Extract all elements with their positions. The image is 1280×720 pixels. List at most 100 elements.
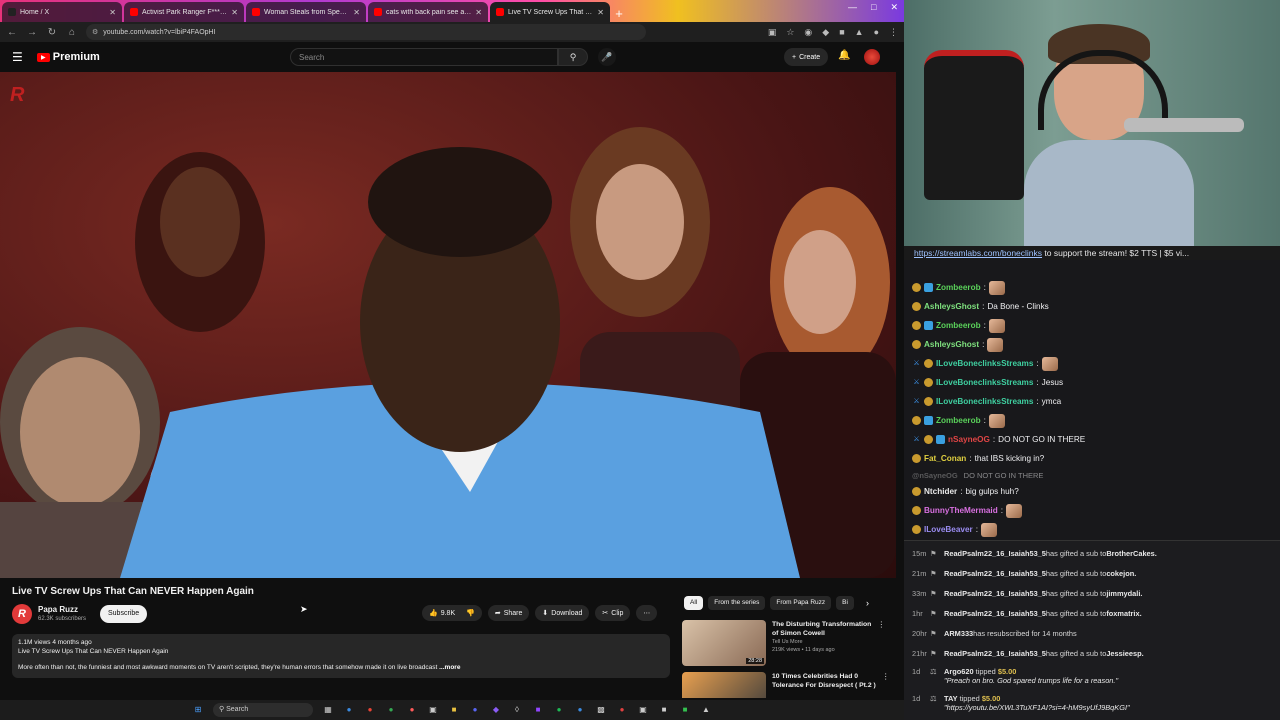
recommendation-item[interactable]: 28:28 The Disturbing Transformation of S…	[682, 620, 892, 666]
extension-icon[interactable]: ◉	[804, 27, 812, 38]
browser-tab[interactable]: Home / X ✕	[2, 2, 122, 22]
chrome-icon[interactable]: ●	[364, 704, 376, 716]
chat-username[interactable]: ILoveBoneclinksStreams	[936, 359, 1033, 368]
minimize-icon[interactable]: —	[848, 2, 857, 13]
tab-close-icon[interactable]: ✕	[109, 8, 116, 17]
app-icon[interactable]: ■	[679, 704, 691, 716]
kebab-menu-icon[interactable]: ⋮	[877, 620, 885, 666]
chevron-right-icon[interactable]: ›	[866, 598, 869, 608]
event-user[interactable]: ReadPsalm22_16_Isaiah53_5	[944, 649, 1046, 658]
chat-username[interactable]: Ntchider	[924, 487, 957, 496]
ticker-link[interactable]: https://streamlabs.com/boneclinks	[914, 248, 1042, 258]
app-icon[interactable]: ▩	[595, 704, 607, 716]
chat-username[interactable]: ILoveBeaver	[924, 525, 973, 534]
chat-username[interactable]: Zombeerob	[936, 283, 981, 292]
kebab-menu-icon[interactable]: ⋮	[882, 672, 890, 698]
clip-button[interactable]: ✂ Clip	[595, 605, 631, 621]
hamburger-menu-icon[interactable]: ☰	[12, 50, 23, 64]
browser-tab[interactable]: Woman Steals from Special Ne✕	[246, 2, 366, 22]
chip-all[interactable]: All	[684, 596, 704, 610]
maximize-icon[interactable]: □	[871, 2, 876, 13]
create-button[interactable]: + Create	[784, 48, 829, 66]
back-icon[interactable]: ←	[6, 27, 18, 38]
subscribe-button[interactable]: Subscribe	[100, 605, 148, 623]
download-button[interactable]: ⬇ Download	[535, 605, 590, 621]
chat-username[interactable]: AshleysGhost	[924, 340, 979, 349]
edge-icon[interactable]: ●	[343, 704, 355, 716]
search-input[interactable]: Search	[290, 48, 558, 66]
chip-from-series[interactable]: From the series	[708, 596, 766, 610]
tab-close-icon[interactable]: ✕	[353, 8, 360, 17]
file-explorer-icon[interactable]: ■	[448, 704, 460, 716]
url-field[interactable]: ⚙ youtube.com/watch?v=lbiP4FAOpHI	[86, 24, 646, 40]
cast-icon[interactable]: ▣	[768, 27, 777, 38]
tip-user[interactable]: TAY	[944, 694, 958, 703]
event-user[interactable]: ReadPsalm22_16_Isaiah53_5	[944, 569, 1046, 578]
tip-user[interactable]: Argo620	[944, 667, 974, 676]
event-target[interactable]: cokejon.	[1106, 569, 1136, 578]
event-target[interactable]: jimmydali.	[1106, 589, 1142, 598]
chat-username[interactable]: ILoveBoneclinksStreams	[936, 397, 1033, 406]
app-icon[interactable]: ▣	[427, 704, 439, 716]
app-icon[interactable]: ●	[616, 704, 628, 716]
taskbar-search[interactable]: ⚲ Search	[213, 703, 313, 717]
forward-icon[interactable]: →	[26, 27, 38, 38]
reload-icon[interactable]: ↻	[46, 27, 58, 38]
chat-username[interactable]: Zombeerob	[936, 321, 981, 330]
event-target[interactable]: BrotherCakes.	[1106, 549, 1157, 558]
chat-username[interactable]: Zombeerob	[936, 416, 981, 425]
browser-tab[interactable]: Activist Park Ranger F***'s Arou ✕	[124, 2, 244, 22]
show-more-link[interactable]: ...more	[439, 664, 460, 671]
extension-icon[interactable]: ■	[839, 27, 844, 38]
profile-icon[interactable]: ●	[874, 27, 879, 38]
chat-username[interactable]: @nSayneOG	[912, 471, 958, 480]
spotify-icon[interactable]: ●	[553, 704, 565, 716]
description-box[interactable]: 1.1M views 4 months ago Live TV Screw Up…	[12, 634, 670, 678]
app-icon[interactable]: ■	[658, 704, 670, 716]
event-target[interactable]: foxmatrix.	[1106, 609, 1141, 618]
search-button[interactable]: ⚲	[558, 48, 588, 66]
windows-start-icon[interactable]: ⊞	[192, 704, 204, 716]
channel-name[interactable]: Papa Ruzz	[38, 605, 78, 614]
app-icon[interactable]: ▣	[637, 704, 649, 716]
event-user[interactable]: ReadPsalm22_16_Isaiah53_5	[944, 589, 1046, 598]
more-actions-button[interactable]: ⋯	[636, 605, 658, 621]
event-user[interactable]: ARM333	[944, 629, 973, 638]
event-target[interactable]: Jessieesp.	[1106, 649, 1143, 658]
chat-username[interactable]: Fat_Conan	[924, 454, 966, 463]
thumbs-down-icon[interactable]: 👎	[466, 609, 475, 617]
chat-username[interactable]: BunnyTheMermaid	[924, 506, 998, 515]
chrome-alt-icon[interactable]: ●	[385, 704, 397, 716]
browser-tab[interactable]: cats with back pain see a chiro ✕	[368, 2, 488, 22]
chip-from-channel[interactable]: From Papa Ruzz	[770, 596, 832, 610]
browser-tab[interactable]: Live TV Screw Ups That Can ✕	[490, 2, 610, 22]
tab-close-icon[interactable]: ✕	[597, 8, 604, 17]
bookmark-star-icon[interactable]: ☆	[786, 27, 794, 38]
account-avatar[interactable]	[864, 49, 880, 65]
home-icon[interactable]: ⌂	[66, 27, 78, 38]
new-tab-icon[interactable]: +	[610, 4, 628, 22]
app-icon[interactable]: ●	[574, 704, 586, 716]
chat-username[interactable]: nSayneOG	[948, 435, 990, 444]
chat-username[interactable]: ILoveBoneclinksStreams	[936, 378, 1033, 387]
app-icon[interactable]: ■	[532, 704, 544, 716]
menu-icon[interactable]: ⋮	[889, 27, 898, 38]
event-user[interactable]: ReadPsalm22_16_Isaiah53_5	[944, 609, 1046, 618]
tab-close-icon[interactable]: ✕	[231, 8, 238, 17]
app-icon[interactable]: ◊	[511, 704, 523, 716]
app-icon[interactable]: ◆	[490, 704, 502, 716]
app-icon[interactable]: ▲	[700, 704, 712, 716]
chat-username[interactable]: AshleysGhost	[924, 302, 979, 311]
app-icon[interactable]: ●	[406, 704, 418, 716]
event-user[interactable]: ReadPsalm22_16_Isaiah53_5	[944, 549, 1046, 558]
discord-icon[interactable]: ●	[469, 704, 481, 716]
channel-avatar[interactable]: R	[12, 604, 32, 624]
voice-search-icon[interactable]: 🎤	[598, 48, 616, 66]
task-view-icon[interactable]: ▦	[322, 704, 334, 716]
extension-icon[interactable]: ◆	[822, 27, 829, 38]
chip-truncated[interactable]: Bi	[836, 596, 854, 610]
site-info-icon[interactable]: ⚙	[92, 28, 98, 36]
notifications-bell-icon[interactable]: 🔔	[838, 50, 850, 61]
share-button[interactable]: ➦ Share	[487, 605, 530, 621]
close-icon[interactable]: ✕	[890, 2, 898, 13]
